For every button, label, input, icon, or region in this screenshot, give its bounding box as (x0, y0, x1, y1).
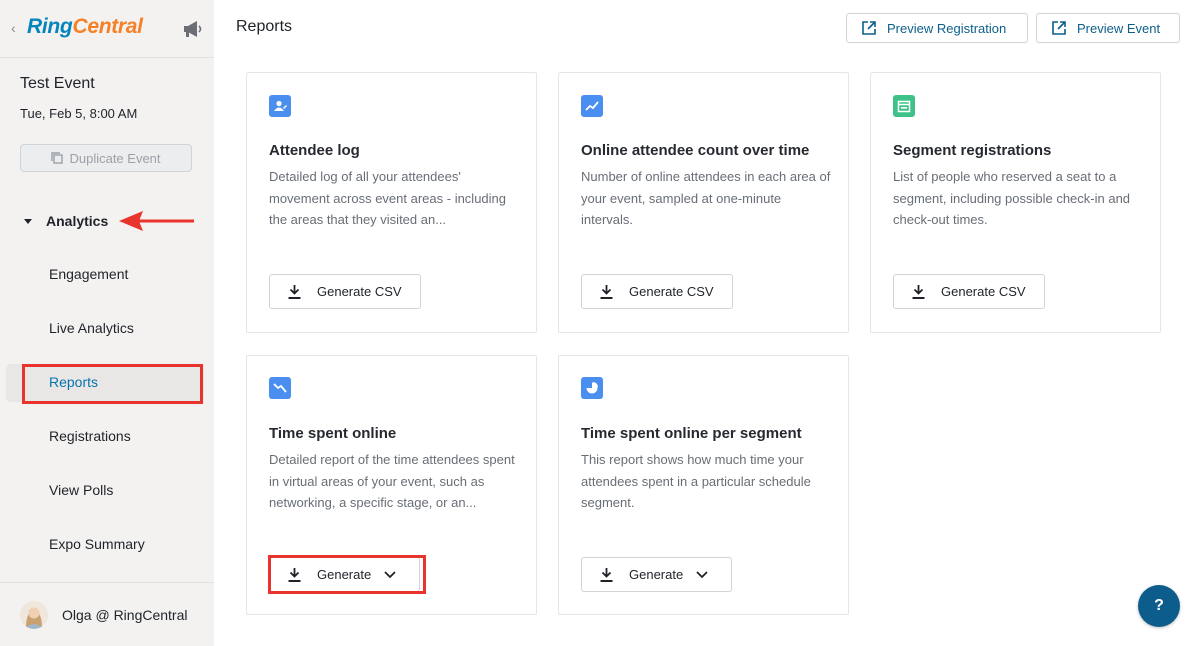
sidebar: ‹ RingCentral Test Event Tue, Feb 5, 8:0… (0, 0, 214, 646)
generate-csv-label: Generate CSV (317, 284, 402, 299)
header: Reports Preview Registration Preview Eve… (214, 0, 1197, 58)
sidebar-item-registrations[interactable]: Registrations (49, 428, 131, 444)
download-icon (288, 284, 301, 299)
download-icon (600, 284, 613, 299)
report-card-segment-registrations: Segment registrations List of people who… (870, 72, 1161, 333)
card-title: Segment registrations (893, 142, 1052, 159)
card-description: This report shows how much time your att… (581, 452, 811, 510)
external-link-icon (862, 21, 876, 35)
card-title: Time spent online (269, 425, 397, 442)
event-date: Tue, Feb 5, 8:00 AM (20, 106, 138, 121)
downtrend-chart-icon (269, 377, 291, 399)
sidebar-item-engagement[interactable]: Engagement (49, 266, 128, 282)
generate-csv-button[interactable]: Generate CSV (269, 274, 421, 309)
preview-event-label: Preview Event (1077, 20, 1161, 36)
megaphone-icon[interactable] (182, 19, 204, 39)
card-title: Attendee log (269, 142, 360, 159)
download-icon (912, 284, 925, 299)
generate-csv-label: Generate CSV (629, 284, 714, 299)
preview-registration-button[interactable]: Preview Registration (846, 13, 1028, 43)
analytics-section-label: Analytics (46, 213, 109, 229)
duplicate-event-label: Duplicate Event (69, 150, 161, 166)
logo-bar: ‹ RingCentral (0, 0, 214, 58)
back-chevron-icon[interactable]: ‹ (11, 20, 16, 36)
generate-csv-label: Generate CSV (941, 284, 1026, 299)
calendar-icon (893, 95, 915, 117)
trend-chart-icon (581, 95, 603, 117)
copy-icon (51, 152, 64, 164)
report-card-time-spent-per-segment: Time spent online per segment This repor… (558, 355, 849, 615)
generate-dropdown-button[interactable]: Generate (581, 557, 732, 592)
pie-chart-icon (581, 377, 603, 399)
report-card-online-attendee-count: Online attendee count over time Number o… (558, 72, 849, 333)
attendee-log-icon (269, 95, 291, 117)
external-link-icon (1052, 21, 1066, 35)
analytics-section-toggle[interactable]: Analytics (24, 210, 108, 232)
avatar (20, 601, 48, 629)
card-description: Detailed report of the time attendees sp… (269, 452, 515, 510)
chevron-down-icon (696, 570, 708, 578)
help-button[interactable]: ? (1138, 585, 1180, 627)
sidebar-item-expo-summary[interactable]: Expo Summary (49, 536, 145, 552)
generate-highlight-annotation (268, 555, 426, 594)
card-description: List of people who reserved a seat to a … (893, 169, 1131, 227)
sidebar-item-live-analytics[interactable]: Live Analytics (49, 320, 134, 336)
user-name: Olga @ RingCentral (62, 607, 188, 623)
download-icon (600, 567, 613, 582)
duplicate-event-button[interactable]: Duplicate Event (20, 144, 192, 172)
user-bar[interactable]: Olga @ RingCentral (0, 582, 214, 646)
report-card-attendee-log: Attendee log Detailed log of all your at… (246, 72, 537, 333)
reports-highlight-annotation (22, 364, 203, 404)
ringcentral-logo[interactable]: RingCentral (27, 15, 143, 39)
card-description: Number of online attendees in each area … (581, 169, 831, 227)
preview-event-button[interactable]: Preview Event (1036, 13, 1180, 43)
card-title: Time spent online per segment (581, 425, 802, 442)
red-arrow-annotation (119, 211, 194, 231)
card-description: Detailed log of all your attendees' move… (269, 169, 507, 227)
sidebar-item-view-polls[interactable]: View Polls (49, 482, 113, 498)
page-title: Reports (236, 18, 293, 35)
preview-registration-label: Preview Registration (887, 20, 1007, 36)
event-title: Test Event (20, 75, 95, 92)
generate-label: Generate (629, 567, 684, 582)
generate-csv-button[interactable]: Generate CSV (581, 274, 733, 309)
generate-csv-button[interactable]: Generate CSV (893, 274, 1045, 309)
caret-down-icon (24, 218, 32, 224)
card-title: Online attendee count over time (581, 142, 810, 159)
